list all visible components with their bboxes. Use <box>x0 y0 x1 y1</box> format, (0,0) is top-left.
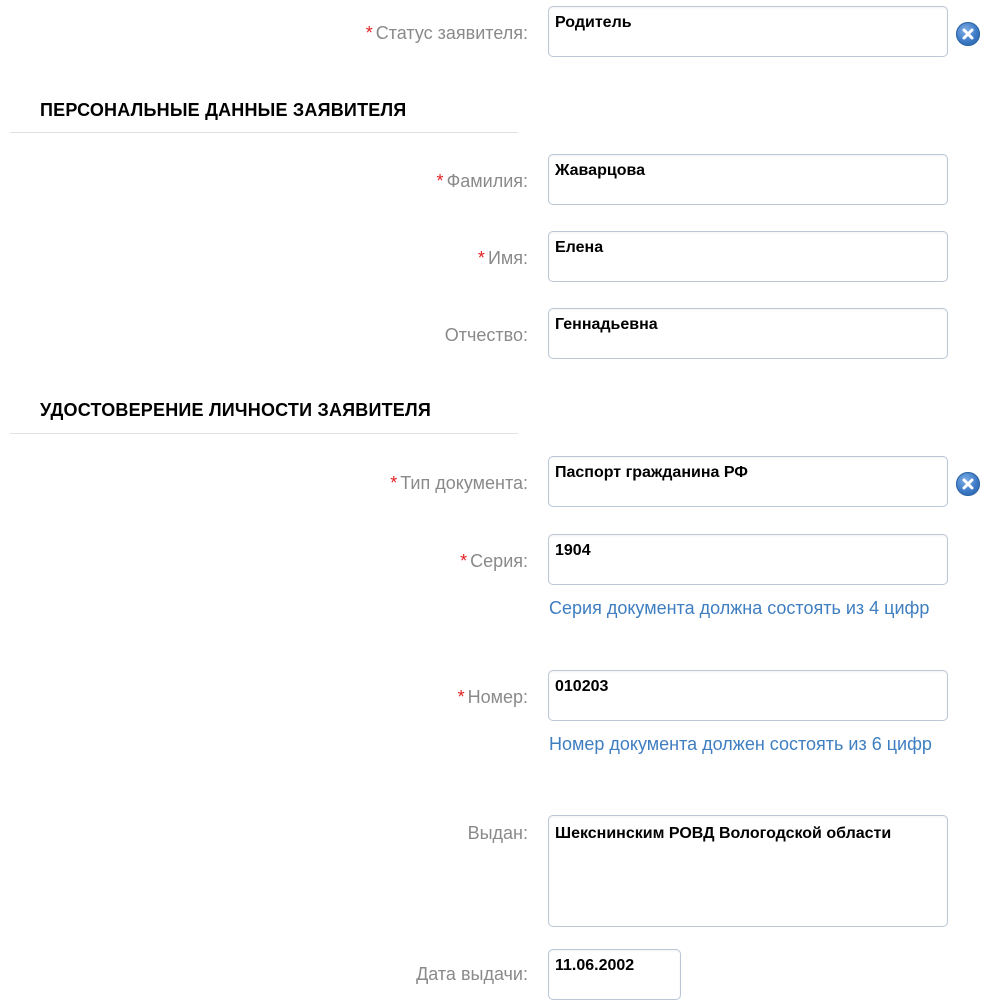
issued-by-label-text: Выдан: <box>467 823 528 843</box>
surname-label: * Фамилия: <box>437 170 528 192</box>
applicant-status-label-text: Статус заявителя: <box>375 23 528 43</box>
identity-divider <box>10 433 518 434</box>
required-mark: * <box>365 23 373 43</box>
required-mark: * <box>436 171 444 191</box>
clear-icon <box>962 478 974 490</box>
name-field[interactable] <box>548 231 948 282</box>
document-type-label-text: Тип документа: <box>400 473 528 493</box>
issued-by-field[interactable]: Шекснинским РОВД Вологодской области <box>548 815 948 927</box>
name-label: * Имя: <box>478 247 528 269</box>
series-label: * Серия: <box>460 550 528 572</box>
required-mark: * <box>460 551 468 571</box>
required-mark: * <box>457 687 465 707</box>
issue-date-label-text: Дата выдачи: <box>416 964 528 984</box>
patronymic-field[interactable] <box>548 308 948 359</box>
required-mark: * <box>390 473 398 493</box>
number-hint: Номер документа должен состоять из 6 циф… <box>549 734 932 754</box>
series-field[interactable] <box>548 534 948 585</box>
applicant-status-field[interactable] <box>548 6 948 57</box>
number-label-text: Номер: <box>467 687 528 707</box>
personal-data-section-title: ПЕРСОНАЛЬНЫЕ ДАННЫЕ ЗАЯВИТЕЛЯ <box>40 100 407 120</box>
clear-applicant-status-button[interactable] <box>956 22 980 46</box>
issue-date-field[interactable] <box>548 949 681 1000</box>
issued-by-label: Выдан: <box>468 822 528 844</box>
document-type-label: * Тип документа: <box>390 472 528 494</box>
number-field[interactable] <box>548 670 948 721</box>
surname-field[interactable] <box>548 154 948 205</box>
identity-section-title: УДОСТОВЕРЕНИЕ ЛИЧНОСТИ ЗАЯВИТЕЛЯ <box>40 400 431 420</box>
personal-data-divider <box>10 132 518 133</box>
series-hint: Серия документа должна состоять из 4 циф… <box>549 598 930 618</box>
clear-document-type-button[interactable] <box>956 472 980 496</box>
patronymic-label: Отчество: <box>445 324 528 346</box>
document-type-field[interactable] <box>548 456 948 507</box>
patronymic-label-text: Отчество: <box>444 325 528 345</box>
surname-label-text: Фамилия: <box>446 171 528 191</box>
series-label-text: Серия: <box>470 551 528 571</box>
applicant-status-label: * Статус заявителя: <box>366 22 528 44</box>
required-mark: * <box>477 248 485 268</box>
issue-date-label: Дата выдачи: <box>416 963 528 985</box>
number-label: * Номер: <box>458 686 528 708</box>
clear-icon <box>962 28 974 40</box>
name-label-text: Имя: <box>487 248 528 268</box>
